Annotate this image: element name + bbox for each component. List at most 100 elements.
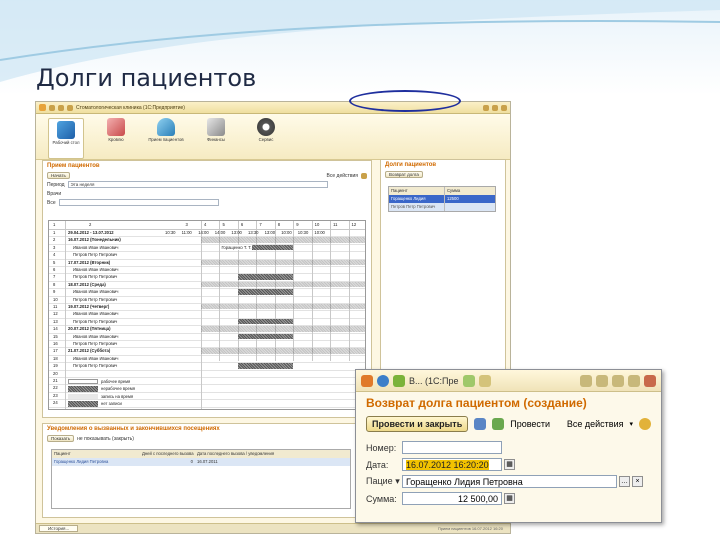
time-slot: 13:30 <box>248 230 259 235</box>
all-actions-menu[interactable]: Все действия <box>567 419 624 429</box>
return-debt-button[interactable]: Возврат долга <box>385 171 423 178</box>
column-header: 5 <box>222 222 225 227</box>
back-icon[interactable] <box>49 104 55 111</box>
back-icon[interactable] <box>377 374 389 387</box>
row-number: 22 <box>53 385 58 391</box>
select-icon[interactable]: … <box>619 476 630 487</box>
doctor-name: Иванов Иван Иванович <box>73 267 119 272</box>
date-value: 16.07.2012 16:20:20 <box>406 460 489 470</box>
patient-field[interactable]: Горащенко Лидия Петровна <box>402 475 617 488</box>
maximize-icon[interactable] <box>492 104 498 111</box>
section-label: Кровлю <box>108 137 124 142</box>
time-slot: 10:00 <box>314 230 325 235</box>
filter-row: Все <box>43 198 371 207</box>
grid-line <box>49 391 365 393</box>
row-number: 13 <box>53 318 58 324</box>
minimize-icon[interactable] <box>612 374 624 387</box>
busy-cell <box>237 274 294 280</box>
calculator-icon[interactable]: ▦ <box>504 493 515 504</box>
doctor-label: Врачи <box>47 190 62 197</box>
calendar-icon[interactable] <box>580 374 592 387</box>
link-icon[interactable] <box>478 374 491 387</box>
day-label: 18.07.2012 (Среда) <box>68 281 106 287</box>
row-number: 5 <box>53 259 56 265</box>
period-row: Период Эта неделя <box>43 180 371 189</box>
calculator-icon[interactable] <box>596 374 608 387</box>
clear-icon[interactable]: × <box>632 476 643 487</box>
column-header: 11 <box>333 222 338 227</box>
section-desktop[interactable]: Рабочий стол <box>48 118 84 159</box>
date-field[interactable]: 16.07.2012 16:20:20 <box>402 458 502 471</box>
grid-line <box>49 369 365 371</box>
forward-icon[interactable] <box>58 104 64 111</box>
table-row[interactable]: Петров Петр Петрович <box>389 203 495 211</box>
section-service[interactable]: Сервис <box>248 118 284 159</box>
row-number: 8 <box>53 281 56 287</box>
busy-cell <box>237 289 294 295</box>
doctor-row: Врачи <box>43 189 371 198</box>
row-number: 24 <box>53 400 58 406</box>
debts-panel-title: Долги пациентов <box>385 162 437 168</box>
show-button[interactable]: Показать <box>47 435 75 442</box>
hide-button[interactable]: не показывать (закрыть) <box>77 436 134 442</box>
post-button[interactable]: Провести <box>510 419 550 429</box>
doctor-name: Петров Петр Петрович <box>73 296 118 302</box>
minimize-icon[interactable] <box>483 104 489 111</box>
chevron-down-icon: ▾ <box>629 421 633 428</box>
close-icon[interactable] <box>501 104 507 111</box>
legend-label: нет записи <box>101 401 122 407</box>
debt-amount: 12500 <box>447 196 459 201</box>
grid-line <box>65 221 66 409</box>
calendar-picker-icon[interactable]: ▦ <box>504 459 515 470</box>
dialog-titlebar: В... (1С:Пре <box>356 370 661 392</box>
column-header: Сумма <box>447 188 461 193</box>
number-label: Номер: <box>366 442 397 453</box>
row-number: 15 <box>53 333 58 339</box>
column-header: 1 <box>53 222 56 227</box>
notifications-toolbar: Показать не показывать (закрыть) <box>43 434 359 443</box>
legend-label: рабочее время <box>101 379 131 384</box>
maximize-icon[interactable] <box>628 374 640 387</box>
time-slot: 11:00 <box>181 230 192 235</box>
amount-field[interactable]: 12 500,00 <box>402 492 502 505</box>
doctor-icon <box>157 118 175 136</box>
period-field[interactable]: Эта неделя <box>67 181 328 188</box>
section-cards[interactable]: Кровлю <box>98 118 134 159</box>
time-slot: 13:00 <box>264 230 276 235</box>
table-row[interactable]: Горащенко Лидия 12500 <box>389 195 495 203</box>
all-actions-menu[interactable]: Все действия <box>327 173 358 179</box>
card-icon <box>107 118 125 136</box>
section-label: Рабочий стол <box>52 140 80 145</box>
close-icon[interactable] <box>644 374 656 387</box>
section-finance[interactable]: Финансы <box>198 118 234 159</box>
section-reception[interactable]: Прием пациентов <box>148 118 184 159</box>
debts-toolbar: Возврат долга <box>381 170 505 179</box>
nonworking-cell <box>201 304 365 310</box>
patient-label-text: Пацие <box>366 476 393 486</box>
help-icon[interactable] <box>639 418 651 430</box>
row-number: 9 <box>53 289 56 295</box>
history-button[interactable]: История... <box>39 525 79 532</box>
table-row[interactable]: Горащенко Лидия Петровна 0 16.07.2011 <box>52 458 350 466</box>
help-icon[interactable] <box>361 172 367 179</box>
grid-line <box>49 406 365 408</box>
filter-field[interactable] <box>58 199 219 206</box>
home-icon[interactable] <box>67 104 73 111</box>
number-field[interactable] <box>402 441 502 454</box>
forward-icon[interactable] <box>393 374 405 387</box>
doctor-name: Иванов Иван Иванович <box>73 333 119 339</box>
debt-patient: Горащенко Лидия <box>389 195 445 203</box>
debt-amount <box>445 203 495 211</box>
save-icon[interactable] <box>474 418 487 430</box>
window-controls <box>483 104 507 111</box>
dialog-title: В... (1С:Пре <box>409 375 459 386</box>
post-and-close-button[interactable]: Провести и закрыть <box>366 416 469 432</box>
star-icon[interactable] <box>462 374 475 387</box>
legend-swatch <box>68 379 98 385</box>
status-bar: История... Прием пациентов 16.07.2012 16… <box>36 523 510 533</box>
create-button[interactable]: Начать <box>47 172 70 179</box>
schedule-grid[interactable]: 1 2 3 4 5 6 7 8 9 10 11 12 1 2 3 4 5 6 7 8 9 10 11 12 13 14 15 16 17… <box>48 220 366 410</box>
app-logo-icon <box>361 374 373 387</box>
dialog-heading: Возврат долга пациентом (создание) <box>366 396 587 410</box>
column-header: 7 <box>259 222 262 227</box>
